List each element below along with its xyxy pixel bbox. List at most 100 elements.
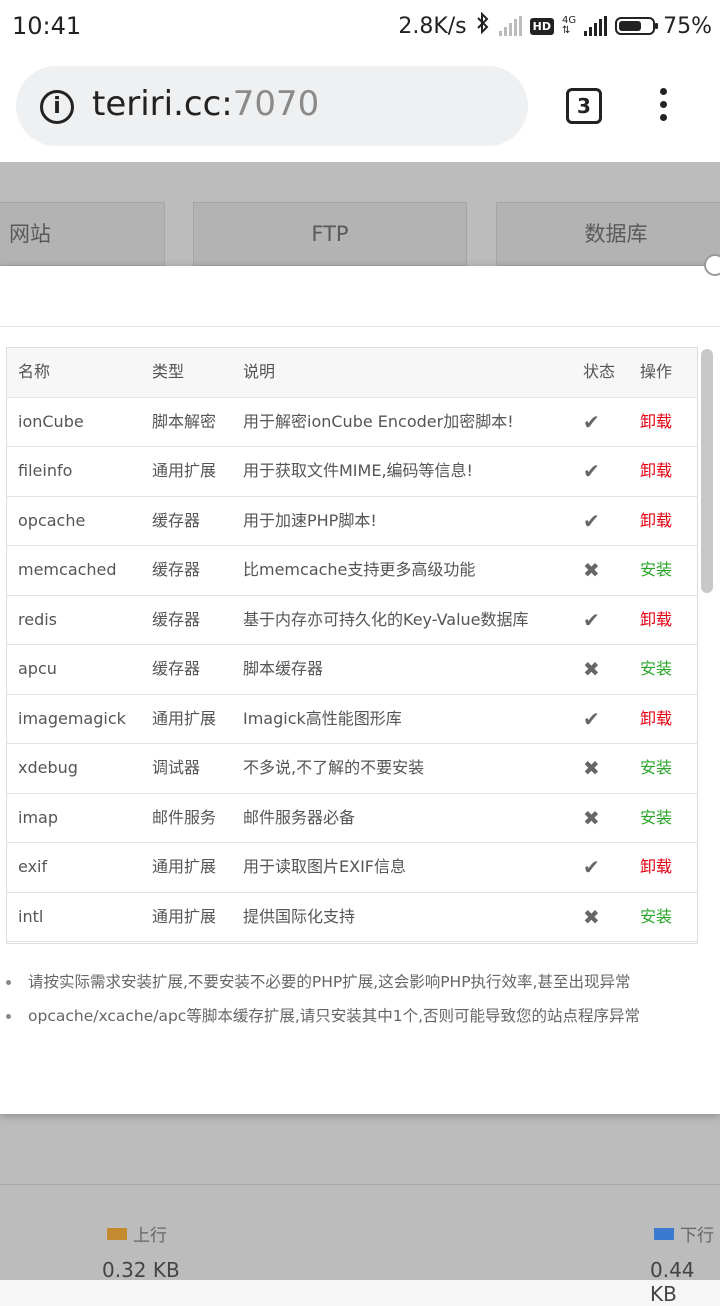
- url-host: teriri.cc:: [92, 84, 233, 124]
- extension-name: apcu: [18, 659, 57, 678]
- not-installed-x-icon: ✖: [583, 805, 600, 830]
- extension-type: 邮件服务: [152, 807, 217, 827]
- legend-download: 下行: [654, 1221, 714, 1246]
- extension-name: fileinfo: [18, 461, 73, 480]
- installed-check-icon: ✔: [583, 459, 600, 483]
- address-bar[interactable]: i teriri.cc:7070: [16, 66, 528, 146]
- installed-check-icon: ✔: [583, 607, 600, 632]
- extension-type: 脚本解密: [152, 411, 217, 431]
- table-scrollbar[interactable]: [698, 347, 716, 944]
- download-swatch: [654, 1227, 674, 1240]
- table-row: fileinfo 通用扩展 用于获取文件MIME,编码等信息! ✔ 卸载: [7, 447, 697, 497]
- extension-desc: 比memcache支持更多高级功能: [243, 560, 476, 579]
- header-name: 名称: [18, 362, 51, 381]
- install-button[interactable]: 安装: [640, 794, 672, 842]
- uninstall-button[interactable]: 卸载: [640, 398, 672, 446]
- extension-name: intl: [18, 906, 44, 926]
- table-row: exif 通用扩展 用于读取图片EXIF信息 ✔ 卸载: [7, 843, 697, 893]
- extension-desc: Imagick高性能图形库: [243, 708, 402, 728]
- note-item: 请按实际需求安装扩展,不要安装不必要的PHP扩展,这会影响PHP执行效率,甚至出…: [0, 968, 720, 1002]
- header-desc: 说明: [243, 362, 276, 381]
- tab-website[interactable]: 网站: [0, 202, 165, 266]
- network-type-label: 4G ⇅: [561, 15, 577, 36]
- uninstall-button[interactable]: 卸载: [640, 596, 672, 644]
- close-icon[interactable]: [704, 254, 720, 276]
- header-type: 类型: [152, 362, 185, 381]
- battery-fill: [619, 21, 642, 31]
- extension-name: xdebug: [18, 758, 78, 777]
- header-op: 操作: [640, 362, 673, 381]
- download-value: 0.44 KB: [650, 1258, 695, 1306]
- extension-name: memcached: [18, 560, 117, 579]
- table-body[interactable]: ionCube 脚本解密 用于解密ionCube Encoder加密脚本! ✔ 卸载 fi…: [7, 398, 697, 942]
- table-header: 名称 类型 说明 状态 操作: [7, 348, 697, 398]
- table-row: imagemagick 通用扩展 Imagick高性能图形库 ✔ 卸载: [7, 695, 697, 744]
- not-installed-x-icon: ✖: [583, 558, 600, 582]
- installed-check-icon: ✔: [583, 508, 600, 533]
- wifi-signal-icon: [498, 16, 522, 36]
- url-text[interactable]: teriri.cc:7070: [92, 84, 319, 124]
- uninstall-button[interactable]: 卸载: [640, 447, 672, 495]
- tab-switcher-button[interactable]: 3: [566, 88, 602, 124]
- extension-type: 通用扩展: [152, 708, 217, 728]
- status-icons: 2.8K/s HD 4G ⇅ 75%: [398, 11, 712, 40]
- tab-database[interactable]: 数据库: [496, 202, 720, 266]
- table-row: redis 缓存器 基于内存亦可持久化的Key-Value数据库 ✔ 卸载: [7, 596, 697, 645]
- hd-badge: HD: [529, 17, 554, 35]
- extension-type: 通用扩展: [152, 461, 217, 480]
- divider: [0, 1184, 720, 1185]
- cell-signal-icon: [584, 16, 608, 36]
- scrollbar-thumb[interactable]: [701, 349, 713, 593]
- extension-name: exif: [18, 857, 48, 876]
- uninstall-button[interactable]: 卸载: [640, 497, 672, 545]
- net-speed: 2.8K/s: [398, 13, 467, 39]
- installed-check-icon: ✔: [583, 409, 600, 434]
- install-button[interactable]: 安装: [640, 893, 672, 941]
- table-row: opcache 缓存器 用于加速PHP脚本! ✔ 卸载: [7, 497, 697, 546]
- battery-percent: 75%: [663, 13, 712, 39]
- upload-value: 0.32 KB: [102, 1258, 180, 1282]
- extension-desc: 用于加速PHP脚本!: [243, 510, 377, 530]
- extension-name: redis: [18, 609, 58, 629]
- uninstall-button[interactable]: 卸载: [640, 843, 672, 891]
- modal-header: [0, 266, 720, 327]
- browser-toolbar: i teriri.cc:7070 3: [0, 52, 720, 162]
- table-row: ionCube 脚本解密 用于解密ionCube Encoder加密脚本! ✔ 卸载: [7, 398, 697, 447]
- overflow-menu-icon[interactable]: [656, 88, 670, 126]
- extension-name: opcache: [18, 510, 86, 530]
- bluetooth-icon: [475, 11, 491, 40]
- installed-check-icon: ✔: [583, 706, 600, 731]
- installed-check-icon: ✔: [583, 855, 600, 879]
- extension-desc: 提供国际化支持: [243, 906, 356, 926]
- not-installed-x-icon: ✖: [583, 657, 600, 681]
- status-time: 10:41: [12, 12, 82, 40]
- not-installed-x-icon: ✖: [583, 904, 600, 929]
- install-button[interactable]: 安装: [640, 645, 672, 693]
- extension-desc: 用于获取文件MIME,编码等信息!: [243, 461, 473, 480]
- extension-type: 缓存器: [152, 609, 201, 629]
- site-info-icon[interactable]: i: [40, 90, 74, 124]
- extension-desc: 脚本缓存器: [243, 659, 324, 678]
- install-button[interactable]: 安装: [640, 546, 672, 594]
- not-installed-x-icon: ✖: [583, 756, 600, 780]
- extension-desc: 不多说,不了解的不要安装: [243, 758, 425, 777]
- table-row: memcached 缓存器 比memcache支持更多高级功能 ✖ 安装: [7, 546, 697, 596]
- table-row: xdebug 调试器 不多说,不了解的不要安装 ✖ 安装: [7, 744, 697, 794]
- table-row: apcu 缓存器 脚本缓存器 ✖ 安装: [7, 645, 697, 695]
- notes-list: 请按实际需求安装扩展,不要安装不必要的PHP扩展,这会影响PHP执行效率,甚至出…: [0, 968, 720, 1036]
- extension-type: 缓存器: [152, 659, 201, 678]
- tab-ftp[interactable]: FTP: [193, 202, 467, 266]
- extension-desc: 邮件服务器必备: [243, 807, 356, 827]
- install-button[interactable]: 安装: [640, 744, 672, 792]
- php-extensions-modal: 名称 类型 说明 状态 操作 ionCube 脚本解密 用于解密ionCube En…: [0, 254, 720, 1114]
- note-item: opcache/xcache/apc等脚本缓存扩展,请只安装其中1个,否则可能导…: [0, 1002, 720, 1036]
- upload-swatch: [107, 1227, 127, 1240]
- extension-name: imap: [18, 807, 58, 827]
- extension-type: 缓存器: [152, 560, 201, 579]
- extension-type: 通用扩展: [152, 857, 217, 876]
- extension-desc: 用于读取图片EXIF信息: [243, 857, 406, 876]
- uninstall-button[interactable]: 卸载: [640, 695, 672, 743]
- extension-desc: 用于解密ionCube Encoder加密脚本!: [243, 411, 514, 431]
- extensions-table: 名称 类型 说明 状态 操作 ionCube 脚本解密 用于解密ionCube En…: [6, 347, 698, 944]
- url-port: 7070: [232, 84, 320, 124]
